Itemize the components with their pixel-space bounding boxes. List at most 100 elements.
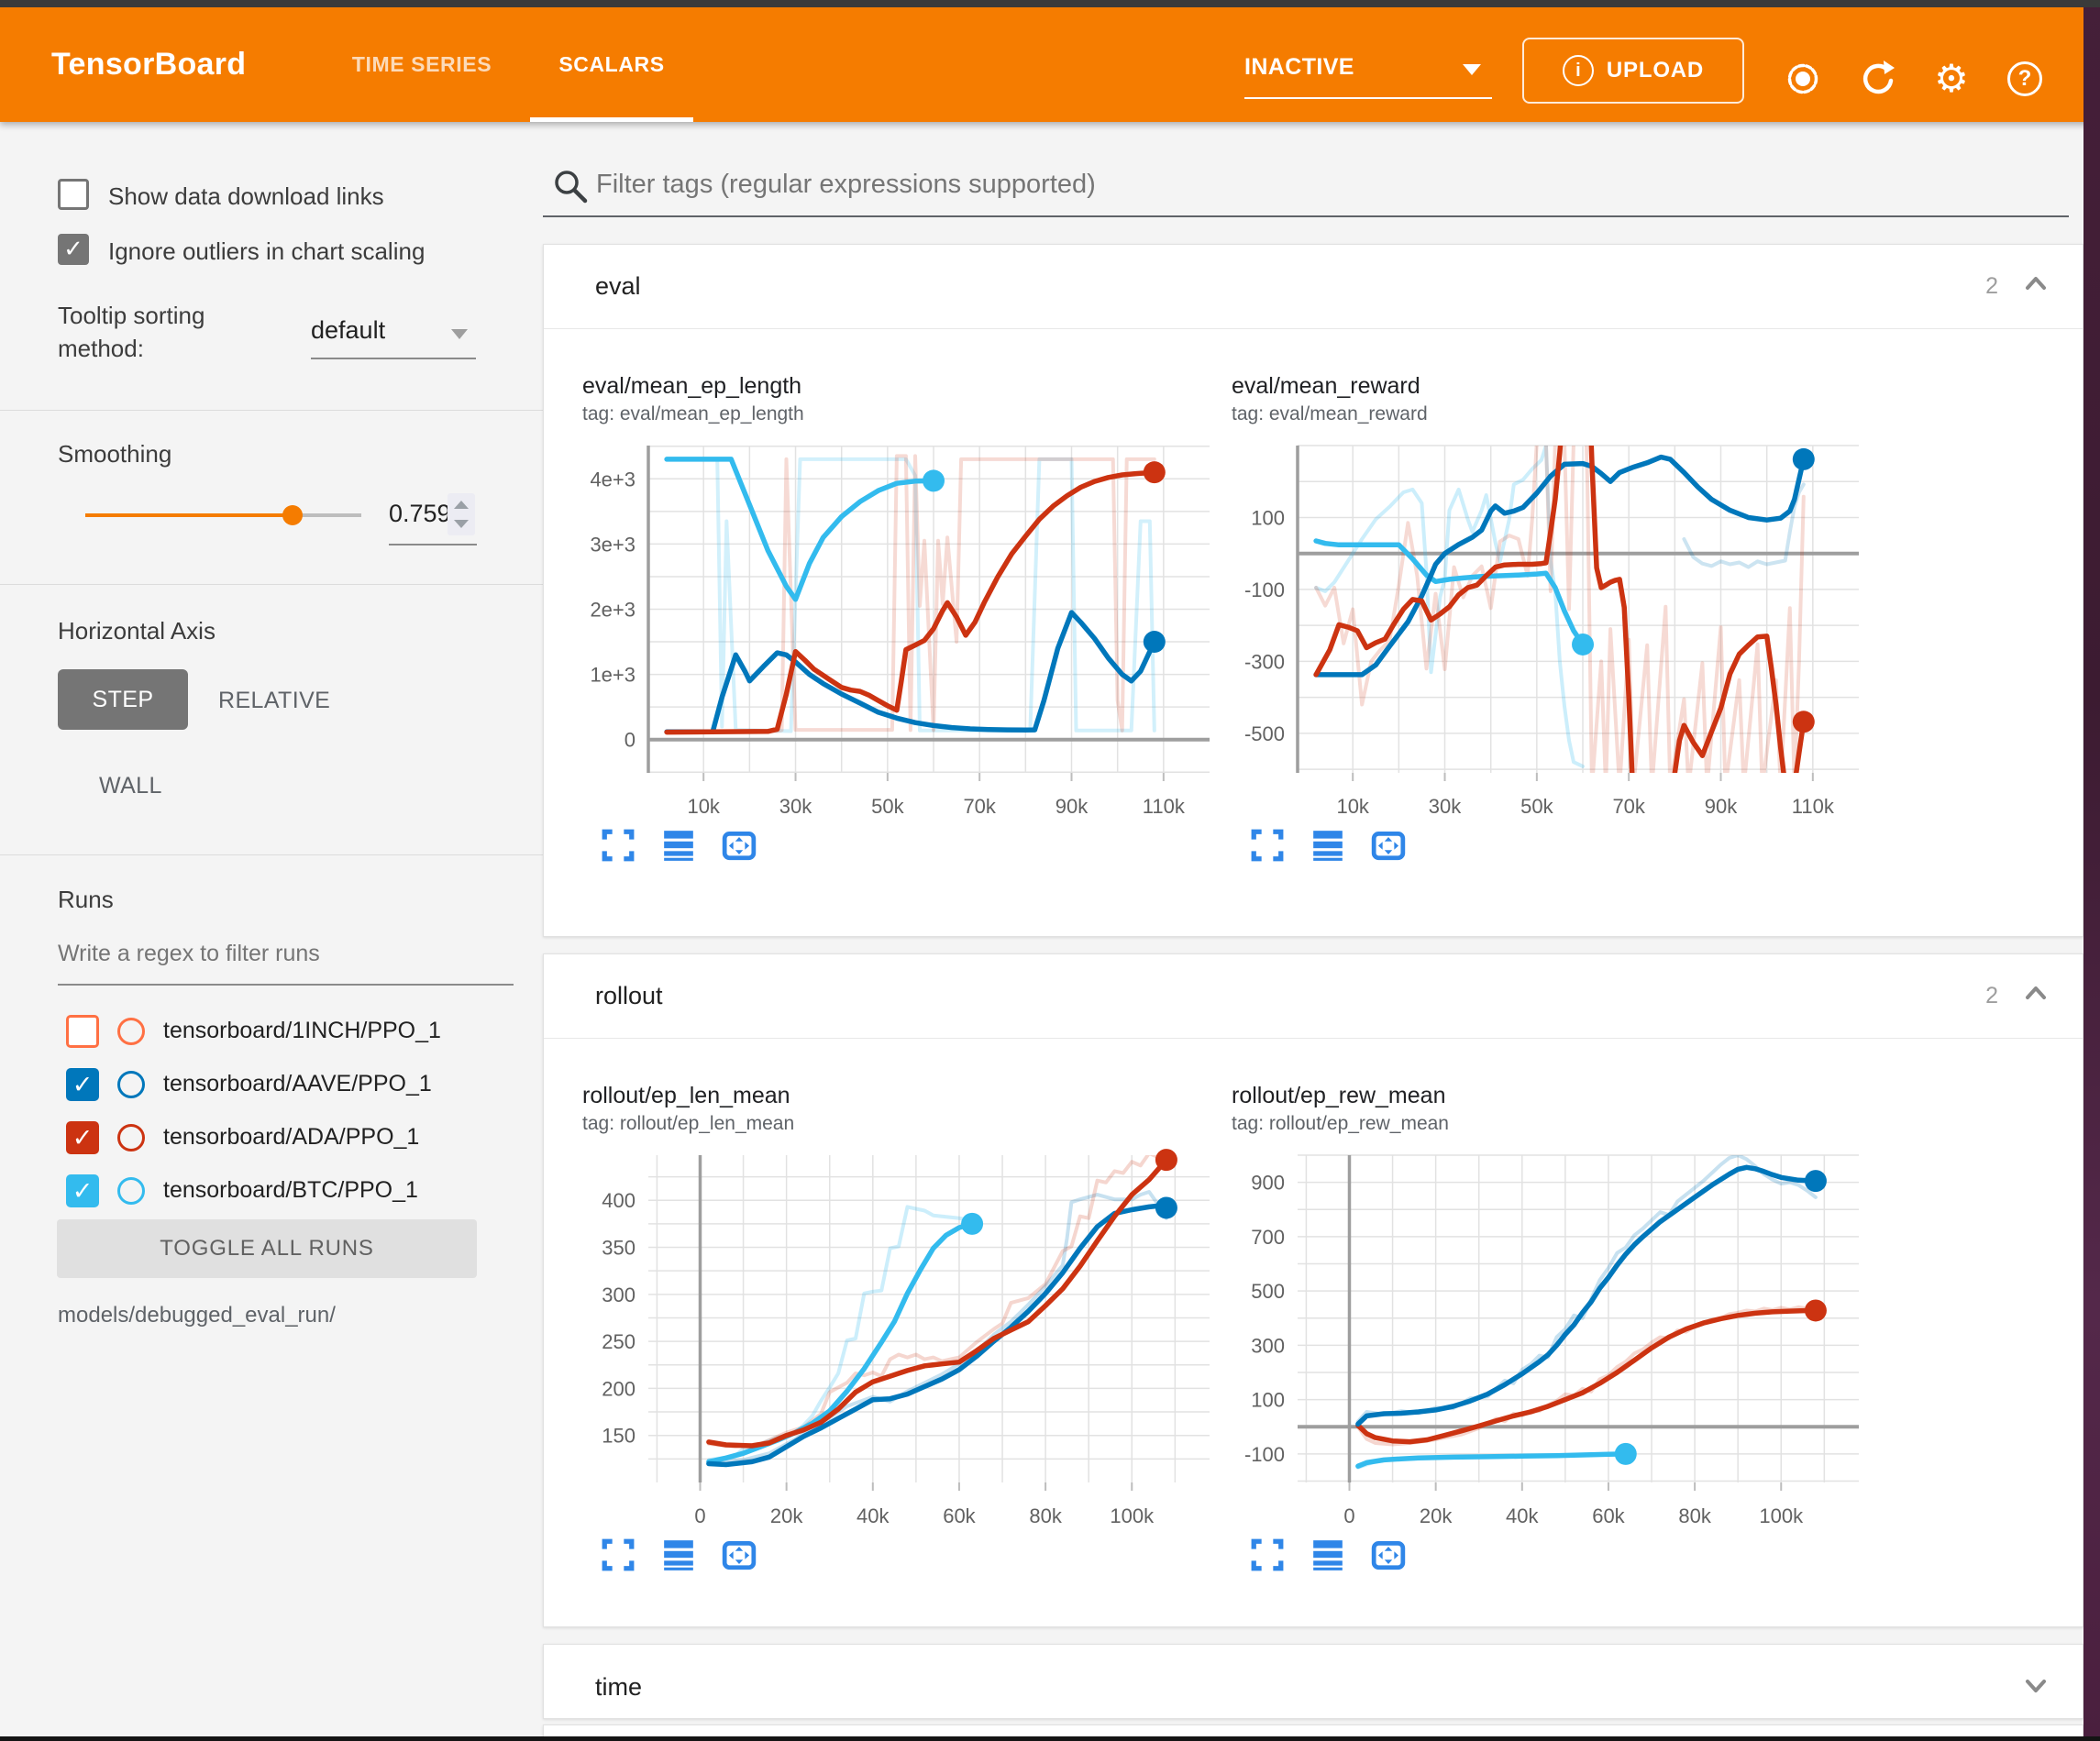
x-axis-label: 10k	[1336, 795, 1369, 818]
app-title: TensorBoard	[51, 7, 246, 122]
final-value-dot	[1144, 461, 1166, 483]
fullscreen-icon[interactable]	[601, 1537, 636, 1572]
app-header: TensorBoard TIME SERIES SCALARS INACTIVE…	[0, 7, 2094, 122]
chart-c2[interactable]: 10k30k50k70k90k110k100-100-300-500	[1219, 435, 1866, 824]
tooltip-sorting-select[interactable]: default	[311, 316, 385, 345]
y-axis-label: 150	[602, 1425, 636, 1448]
ignore-outliers-checkbox[interactable]	[58, 234, 89, 265]
final-value-dot	[1615, 1443, 1637, 1465]
y-axis-label: 1e+3	[590, 664, 636, 687]
y-axis-label: 500	[1251, 1280, 1285, 1303]
charts-row: eval/mean_ep_lengthtag: eval/mean_ep_len…	[544, 329, 2083, 863]
fit-domain-icon[interactable]	[722, 1537, 757, 1572]
tab-time-series[interactable]: TIME SERIES	[330, 7, 514, 122]
data-table-icon[interactable]	[661, 1537, 696, 1572]
chart-block-eval-mean_reward: eval/mean_rewardtag: eval/mean_reward10k…	[1219, 373, 1868, 863]
data-table-icon[interactable]	[661, 828, 696, 863]
y-axis-label: 300	[602, 1284, 636, 1306]
run-name: tensorboard/AAVE/PPO_1	[163, 1071, 432, 1097]
gear-icon[interactable]: ⚙	[1931, 59, 1972, 99]
smoothing-slider[interactable]	[85, 513, 361, 517]
chevron-up-icon[interactable]	[2020, 269, 2051, 304]
run-name: tensorboard/BTC/PPO_1	[163, 1177, 418, 1204]
fullscreen-icon[interactable]	[601, 828, 636, 863]
run-radio[interactable]	[117, 1071, 145, 1098]
runs-heading: Runs	[58, 886, 114, 914]
data-table-icon[interactable]	[1310, 1537, 1345, 1572]
chart-block-eval-mean_ep_length: eval/mean_ep_lengthtag: eval/mean_ep_len…	[569, 373, 1219, 863]
final-value-dot	[1155, 1149, 1177, 1171]
smoothing-value: 0.759	[389, 500, 451, 528]
chart-tag: tag: eval/mean_reward	[1232, 403, 1868, 425]
section-header-eval[interactable]: eval2	[544, 245, 2083, 329]
toggle-all-runs-button[interactable]: TOGGLE ALL RUNS	[57, 1219, 477, 1278]
final-value-dot	[1144, 631, 1166, 653]
refresh-icon[interactable]	[1858, 59, 1898, 99]
chart-title: rollout/ep_len_mean	[582, 1083, 1219, 1109]
y-axis-label: 0	[624, 729, 636, 752]
axis-relative-button[interactable]: RELATIVE	[218, 688, 330, 714]
run-checkbox[interactable]	[66, 1174, 99, 1207]
fit-domain-icon[interactable]	[1371, 1537, 1406, 1572]
info-icon: i	[1563, 55, 1594, 86]
smoothing-stepper[interactable]	[448, 493, 475, 535]
smoothing-slider-thumb[interactable]	[282, 505, 303, 525]
run-row: tensorboard/ADA/PPO_1	[0, 1111, 543, 1164]
fit-domain-icon[interactable]	[722, 828, 757, 863]
axis-step-button[interactable]: STEP	[58, 669, 188, 730]
x-axis-label: 100k	[1759, 1504, 1804, 1527]
run-radio[interactable]	[117, 1018, 145, 1045]
x-axis-label: 10k	[687, 795, 720, 818]
chart-c4[interactable]: 020k40k60k80k100k900700500300100-100	[1219, 1144, 1866, 1534]
x-axis-label: 70k	[963, 795, 996, 818]
section-header-time[interactable]: time	[544, 1645, 2083, 1729]
section-header-rollout[interactable]: rollout2	[544, 954, 2083, 1039]
run-row: tensorboard/1INCH/PPO_1	[0, 1005, 543, 1058]
final-value-dot	[1793, 711, 1815, 733]
tag-filter-input[interactable]	[596, 170, 2045, 200]
x-axis-label: 60k	[943, 1504, 976, 1527]
y-axis-label: -300	[1244, 650, 1285, 673]
x-axis-label: 110k	[1792, 795, 1835, 818]
fullscreen-icon[interactable]	[1250, 828, 1285, 863]
main-content: eval2 eval/mean_ep_lengthtag: eval/mean_e…	[543, 122, 2083, 1736]
charts-row: rollout/ep_len_meantag: rollout/ep_len_m…	[544, 1039, 2083, 1572]
section-title: rollout	[595, 982, 1985, 1010]
chart-block-rollout-ep_len_mean: rollout/ep_len_meantag: rollout/ep_len_m…	[569, 1083, 1219, 1572]
horizontal-axis-label: Horizontal Axis	[58, 617, 216, 645]
chart-c1[interactable]: 10k30k50k70k90k110k01e+32e+33e+34e+3	[569, 435, 1217, 824]
data-table-icon[interactable]	[1310, 828, 1345, 863]
status-dropdown[interactable]: INACTIVE	[1244, 49, 1492, 99]
run-checkbox[interactable]	[66, 1068, 99, 1101]
chart-block-rollout-ep_rew_mean: rollout/ep_rew_meantag: rollout/ep_rew_m…	[1219, 1083, 1868, 1572]
tab-scalars[interactable]: SCALARS	[530, 7, 693, 122]
settings-sidebar: Show data download links Ignore outliers…	[0, 122, 543, 1736]
run-radio[interactable]	[117, 1124, 145, 1151]
runs-filter-underline	[58, 984, 514, 986]
fit-domain-icon[interactable]	[1371, 828, 1406, 863]
run-checkbox[interactable]	[66, 1121, 99, 1154]
upload-button[interactable]: i UPLOAD	[1522, 38, 1744, 104]
help-icon[interactable]: ?	[2005, 59, 2045, 99]
y-axis-label: 100	[1251, 506, 1285, 529]
x-axis-label: 110k	[1143, 795, 1186, 818]
chevron-down-icon	[1463, 64, 1481, 75]
x-axis-label: 80k	[1678, 1504, 1711, 1527]
fullscreen-icon[interactable]	[1250, 1537, 1285, 1572]
divider	[0, 410, 543, 411]
run-name: tensorboard/1INCH/PPO_1	[163, 1018, 441, 1044]
smoothing-slider-fill	[85, 513, 293, 517]
axis-wall-button[interactable]: WALL	[99, 773, 162, 799]
chevron-down-icon[interactable]	[2020, 1669, 2051, 1705]
y-axis-label: 2e+3	[590, 599, 636, 622]
run-radio[interactable]	[117, 1177, 145, 1205]
brightness-icon[interactable]	[1783, 59, 1823, 99]
chevron-up-icon[interactable]	[2020, 978, 2051, 1014]
y-axis-label: 300	[1251, 1334, 1285, 1357]
show-download-links-checkbox[interactable]	[58, 179, 89, 210]
y-axis-label: 700	[1251, 1226, 1285, 1249]
y-axis-label: 100	[1251, 1389, 1285, 1412]
chart-c3[interactable]: 020k40k60k80k100k150200250300350400	[569, 1144, 1217, 1534]
run-checkbox[interactable]	[66, 1015, 99, 1048]
runs-filter-input[interactable]	[58, 941, 489, 967]
